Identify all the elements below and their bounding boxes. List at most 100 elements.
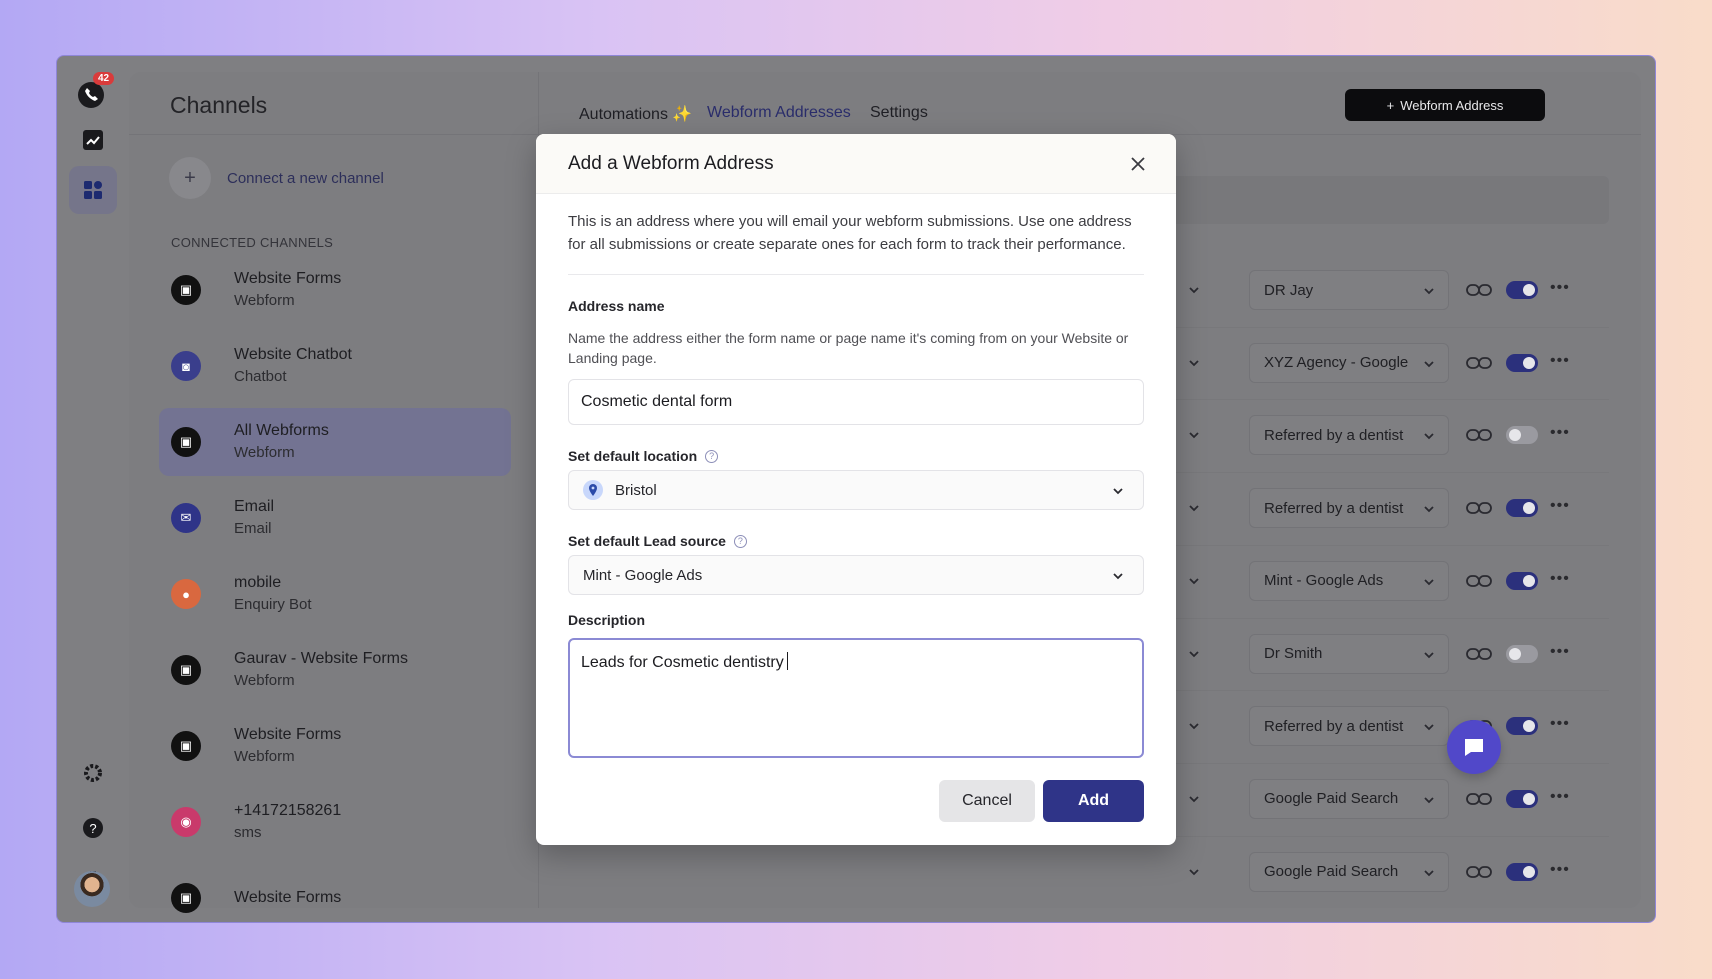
link-icon[interactable]: [1466, 428, 1492, 442]
settings-button[interactable]: [69, 749, 117, 797]
help-icon[interactable]: ?: [705, 449, 719, 463]
location-label: Set default location ?: [568, 448, 719, 464]
chevron-down-icon[interactable]: [1187, 428, 1201, 442]
channel-item[interactable]: ▣ Website Forms Webform: [159, 256, 511, 324]
divider: [129, 134, 538, 135]
chat-bubble-icon: [1465, 739, 1483, 756]
chat-launcher-button[interactable]: [1447, 720, 1501, 774]
lead-source-value: Referred by a dentist: [1264, 426, 1404, 444]
enabled-toggle[interactable]: [1506, 862, 1538, 881]
lead-source-dropdown[interactable]: Mint - Google Ads: [1249, 560, 1449, 601]
enabled-toggle[interactable]: [1506, 644, 1538, 663]
chevron-down-icon: [1424, 506, 1434, 513]
cancel-button[interactable]: Cancel: [939, 780, 1035, 822]
chevron-down-icon[interactable]: [1187, 283, 1201, 297]
enabled-toggle[interactable]: [1506, 281, 1538, 299]
apps-button[interactable]: [69, 166, 117, 214]
connect-channel-button[interactable]: + Connect a new channel: [169, 157, 384, 199]
channel-item[interactable]: ● mobile Enquiry Bot: [159, 560, 511, 628]
chevron-down-icon[interactable]: [1187, 865, 1201, 879]
add-button[interactable]: Add: [1043, 780, 1144, 822]
channel-item[interactable]: ▣ Gaurav - Website Forms Webform: [159, 636, 511, 704]
channel-item[interactable]: ✉ Email Email: [159, 484, 511, 552]
chevron-down-icon[interactable]: [1187, 792, 1201, 806]
webform-icon: ▣: [171, 731, 201, 761]
divider: [568, 274, 1144, 275]
lead-source-dropdown[interactable]: Google Paid Search: [1249, 778, 1449, 819]
lead-source-label-text: Set default Lead source: [568, 533, 726, 549]
lead-source-dropdown[interactable]: Dr Smith: [1249, 633, 1449, 674]
description-textarea[interactable]: Leads for Cosmetic dentistry: [568, 638, 1144, 758]
lead-source-dropdown[interactable]: Google Paid Search: [1249, 851, 1449, 892]
analytics-button[interactable]: [69, 116, 117, 164]
enabled-toggle[interactable]: [1506, 789, 1538, 808]
tab-automations[interactable]: Automations ✨: [579, 104, 692, 124]
enabled-toggle[interactable]: [1506, 499, 1538, 518]
channel-item[interactable]: ▣ Website Forms Webform: [159, 712, 511, 780]
more-options-icon[interactable]: •••: [1550, 570, 1570, 588]
chevron-down-icon[interactable]: [1187, 647, 1201, 661]
channel-name: mobile: [234, 574, 282, 591]
enabled-toggle[interactable]: [1506, 353, 1538, 372]
link-icon[interactable]: [1466, 647, 1492, 661]
channel-item-active[interactable]: ▣ All Webforms Webform: [159, 408, 511, 476]
channel-name: Website Forms: [234, 270, 342, 287]
chevron-down-icon[interactable]: [1187, 719, 1201, 733]
more-options-icon[interactable]: •••: [1550, 279, 1570, 297]
channel-type: sms: [234, 824, 262, 841]
channel-type: Webform: [234, 292, 295, 309]
close-icon[interactable]: [1130, 156, 1146, 172]
link-icon[interactable]: [1466, 356, 1492, 370]
analytics-icon: [83, 130, 103, 150]
link-icon[interactable]: [1466, 792, 1492, 806]
add-webform-address-button[interactable]: + Webform Address: [1345, 89, 1545, 121]
plus-icon: +: [169, 157, 211, 199]
channel-name: Website Forms: [234, 726, 342, 743]
help-icon[interactable]: ?: [733, 534, 747, 548]
more-options-icon[interactable]: •••: [1550, 497, 1570, 515]
lead-source-dropdown[interactable]: XYZ Agency - Google: [1249, 342, 1449, 383]
location-select[interactable]: Bristol: [568, 470, 1144, 510]
link-icon[interactable]: [1466, 283, 1492, 297]
lead-source-dropdown[interactable]: Referred by a dentist: [1249, 488, 1449, 529]
chevron-down-icon: [1424, 724, 1434, 731]
channel-item[interactable]: ▣ Website Forms: [159, 864, 511, 922]
chevron-down-icon[interactable]: [1187, 356, 1201, 370]
link-icon[interactable]: [1466, 501, 1492, 515]
plus-icon: +: [1386, 97, 1395, 113]
sms-icon: ◉: [171, 807, 201, 837]
more-options-icon[interactable]: •••: [1550, 424, 1570, 442]
chevron-down-icon: [1424, 361, 1434, 367]
avatar[interactable]: [74, 871, 110, 907]
channel-item[interactable]: ◉ +14172158261 sms: [159, 788, 511, 856]
channel-type: Webform: [234, 672, 295, 689]
chevron-down-icon[interactable]: [1187, 501, 1201, 515]
svg-text:?: ?: [89, 821, 96, 836]
chatbot-icon: ◙: [171, 351, 201, 381]
lead-source-select[interactable]: Mint - Google Ads: [568, 555, 1144, 595]
tab-webform-addresses[interactable]: Webform Addresses: [707, 104, 851, 122]
lead-source-value: Referred by a dentist: [1264, 717, 1404, 735]
enabled-toggle[interactable]: [1506, 717, 1538, 736]
chevron-down-icon: [1113, 573, 1123, 580]
lead-source-dropdown[interactable]: DR Jay: [1249, 270, 1449, 310]
more-options-icon[interactable]: •••: [1550, 643, 1570, 661]
channel-name: Website Chatbot: [234, 346, 352, 363]
help-button[interactable]: ?: [69, 804, 117, 852]
more-options-icon[interactable]: •••: [1550, 861, 1570, 879]
lead-source-dropdown[interactable]: Referred by a dentist: [1249, 706, 1449, 747]
link-icon[interactable]: [1466, 865, 1492, 879]
link-icon[interactable]: [1466, 574, 1492, 588]
chevron-down-icon: [1424, 288, 1434, 295]
channel-item[interactable]: ◙ Website Chatbot Chatbot: [159, 332, 511, 400]
lead-source-dropdown[interactable]: Referred by a dentist: [1249, 415, 1449, 456]
tab-settings[interactable]: Settings: [870, 104, 928, 122]
webform-icon: ▣: [171, 427, 201, 457]
address-name-input[interactable]: Cosmetic dental form: [568, 379, 1144, 425]
more-options-icon[interactable]: •••: [1550, 352, 1570, 370]
enabled-toggle[interactable]: [1506, 571, 1538, 590]
enabled-toggle[interactable]: [1506, 426, 1538, 445]
chevron-down-icon[interactable]: [1187, 574, 1201, 588]
more-options-icon[interactable]: •••: [1550, 715, 1570, 733]
more-options-icon[interactable]: •••: [1550, 788, 1570, 806]
